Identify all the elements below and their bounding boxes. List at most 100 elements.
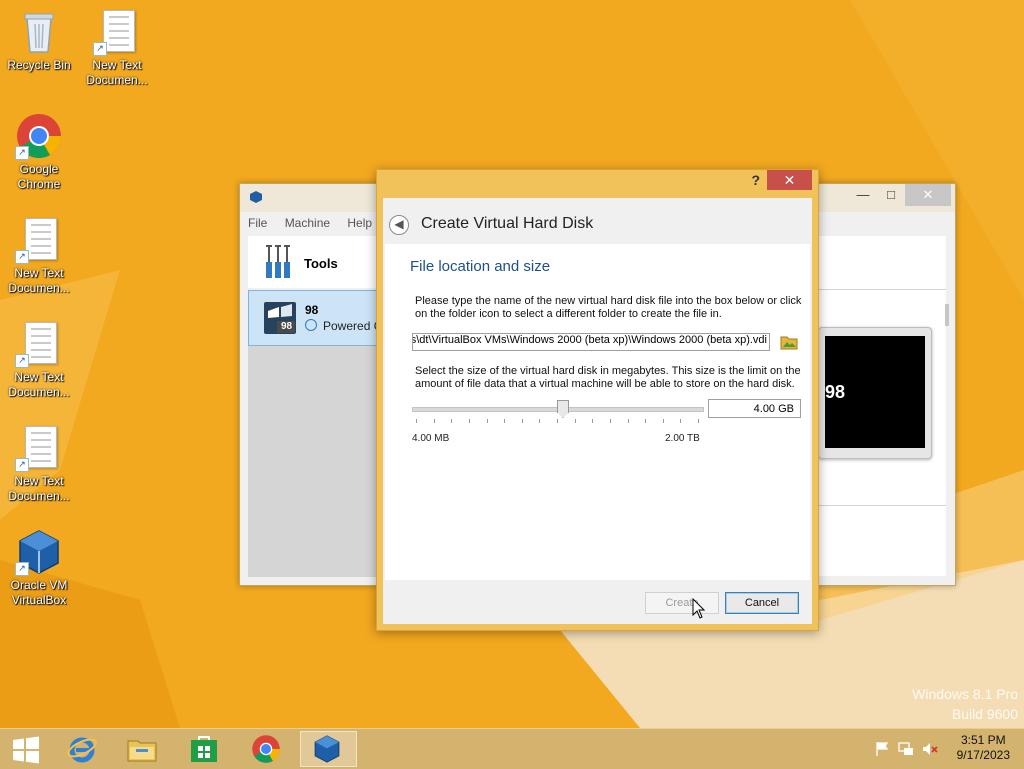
slider-tick (522, 419, 523, 423)
start-button[interactable] (0, 731, 52, 767)
taskbar-store[interactable] (178, 731, 230, 767)
maximize-button[interactable]: □ (877, 184, 905, 206)
slider-tick (698, 419, 699, 423)
system-clock[interactable]: 3:51 PM 9/17/2023 (957, 733, 1010, 763)
shortcut-arrow-icon: ↗ (15, 562, 29, 576)
slider-tick (487, 419, 488, 423)
close-button[interactable]: ✕ (905, 184, 951, 206)
watermark-build: Build 9600 (951, 706, 1018, 722)
desktop-icon-label: Recycle Bin (7, 58, 71, 72)
windows-watermark: Windows 8.1 Pro Build 9600 (912, 684, 1018, 724)
slider-tick (539, 419, 540, 423)
slider-tick (575, 419, 576, 423)
size-input[interactable] (708, 399, 801, 418)
menu-file[interactable]: File (248, 216, 267, 230)
desktop-icon-label: New Text Documen... (8, 474, 70, 503)
virtualbox-icon: ↗ (15, 528, 63, 576)
vm-state: Powered O (323, 319, 384, 333)
minimize-button[interactable]: — (849, 184, 877, 206)
desktop-icon-label: New Text Documen... (86, 58, 148, 87)
windows-logo-icon (13, 736, 39, 764)
desktop-icon-label: New Text Documen... (8, 370, 70, 399)
divider (818, 289, 946, 290)
shortcut-arrow-icon: ↗ (93, 42, 107, 56)
preview-text: 98 (825, 382, 846, 402)
menu-help[interactable]: Help (347, 216, 372, 230)
section-title: File location and size (410, 258, 551, 275)
desktop-icon-label: Oracle VM VirtualBox (10, 578, 68, 607)
slider-tick (434, 419, 435, 423)
slider-tick (663, 419, 664, 423)
slider-tick (592, 419, 593, 423)
taskbar-chrome[interactable] (240, 731, 292, 767)
create-button[interactable]: Create (645, 592, 719, 614)
virtualbox-icon (314, 735, 340, 763)
volume-muted-icon[interactable] (922, 741, 938, 757)
create-virtual-hard-disk-dialog[interactable]: ? ✕ ◀ Create Virtual Hard Disk File loca… (376, 169, 819, 631)
vm-badge: 98 (281, 321, 293, 332)
mouse-cursor-icon (692, 598, 706, 619)
watermark-edition: Windows 8.1 Pro (912, 686, 1018, 702)
preview-screen: 98 (825, 336, 925, 448)
chrome-icon: ↗ (15, 112, 63, 160)
slider-max-label: 2.00 TB (665, 433, 700, 444)
taskbar-file-explorer[interactable] (116, 731, 168, 767)
slider-tick (645, 419, 646, 423)
dialog-body: ◀ Create Virtual Hard Disk File location… (383, 198, 812, 624)
slider-tick (628, 419, 629, 423)
shortcut-arrow-icon: ↗ (15, 458, 29, 472)
action-center-flag-icon[interactable] (874, 741, 890, 757)
slider-tick (451, 419, 452, 423)
desktop-icon-label: Google Chrome (17, 162, 61, 191)
desktop-icon-new-text-document-2[interactable]: ↗ New Text Documen... (2, 216, 76, 296)
desktop-icon-label: New Text Documen... (8, 266, 70, 295)
desktop-icon-oracle-vm-virtualbox[interactable]: ↗ Oracle VM VirtualBox (2, 528, 76, 608)
tools-label: Tools (304, 256, 338, 271)
network-icon[interactable] (898, 741, 914, 757)
slider-tick (557, 419, 558, 423)
vm-preview: 98 (818, 327, 932, 459)
back-button[interactable]: ◀ (389, 215, 409, 235)
size-instructions: Select the size of the virtual hard disk… (415, 365, 801, 390)
desktop-icon-recycle-bin[interactable]: Recycle Bin (2, 8, 76, 73)
slider-tick (680, 419, 681, 423)
file-path-value: s\dt\VirtualBox VMs\Windows 2000 (beta x… (412, 334, 767, 346)
dialog-title: Create Virtual Hard Disk (421, 215, 594, 232)
size-slider-thumb[interactable] (557, 400, 569, 418)
desktop-icon-new-text-document-4[interactable]: ↗ New Text Documen... (2, 424, 76, 504)
shortcut-arrow-icon: ↗ (15, 250, 29, 264)
cancel-button[interactable]: Cancel (725, 592, 799, 614)
shortcut-arrow-icon: ↗ (15, 146, 29, 160)
taskbar-internet-explorer[interactable] (56, 731, 108, 767)
slider-tick (504, 419, 505, 423)
tools-icon (266, 245, 290, 278)
folder-browse-icon[interactable] (779, 332, 799, 352)
slider-tick (416, 419, 417, 423)
vm-name: 98 (305, 303, 319, 317)
file-explorer-icon (127, 740, 157, 762)
desktop-icon-new-text-document-1[interactable]: ↗ New Text Documen... (80, 8, 154, 88)
text-document-icon: ↗ (15, 424, 63, 472)
scrollbar-thumb[interactable] (945, 304, 949, 326)
menu-machine[interactable]: Machine (285, 216, 330, 230)
help-button[interactable]: ? (751, 172, 760, 188)
text-document-icon: ↗ (15, 216, 63, 264)
slider-tick (610, 419, 611, 423)
internet-explorer-icon (67, 737, 97, 763)
store-icon (191, 736, 217, 762)
file-path-input[interactable]: s\dt\VirtualBox VMs\Windows 2000 (beta x… (412, 333, 770, 351)
text-document-icon: ↗ (93, 8, 141, 56)
desktop-icon-new-text-document-3[interactable]: ↗ New Text Documen... (2, 320, 76, 400)
close-button[interactable]: ✕ (767, 170, 812, 190)
taskbar: 3:51 PM 9/17/2023 (0, 728, 1024, 769)
desktop-icon-google-chrome[interactable]: ↗ Google Chrome (2, 112, 76, 192)
back-arrow-icon: ◀ (394, 217, 404, 231)
clock-time: 3:51 PM (960, 733, 1006, 747)
slider-min-label: 4.00 MB (412, 433, 450, 444)
wizard-page: File location and size Please type the n… (385, 244, 810, 580)
divider (818, 505, 946, 506)
location-instructions: Please type the name of the new virtual … (415, 295, 802, 320)
virtualbox-icon (250, 191, 262, 203)
taskbar-virtualbox[interactable] (300, 731, 357, 767)
power-icon (305, 319, 317, 331)
